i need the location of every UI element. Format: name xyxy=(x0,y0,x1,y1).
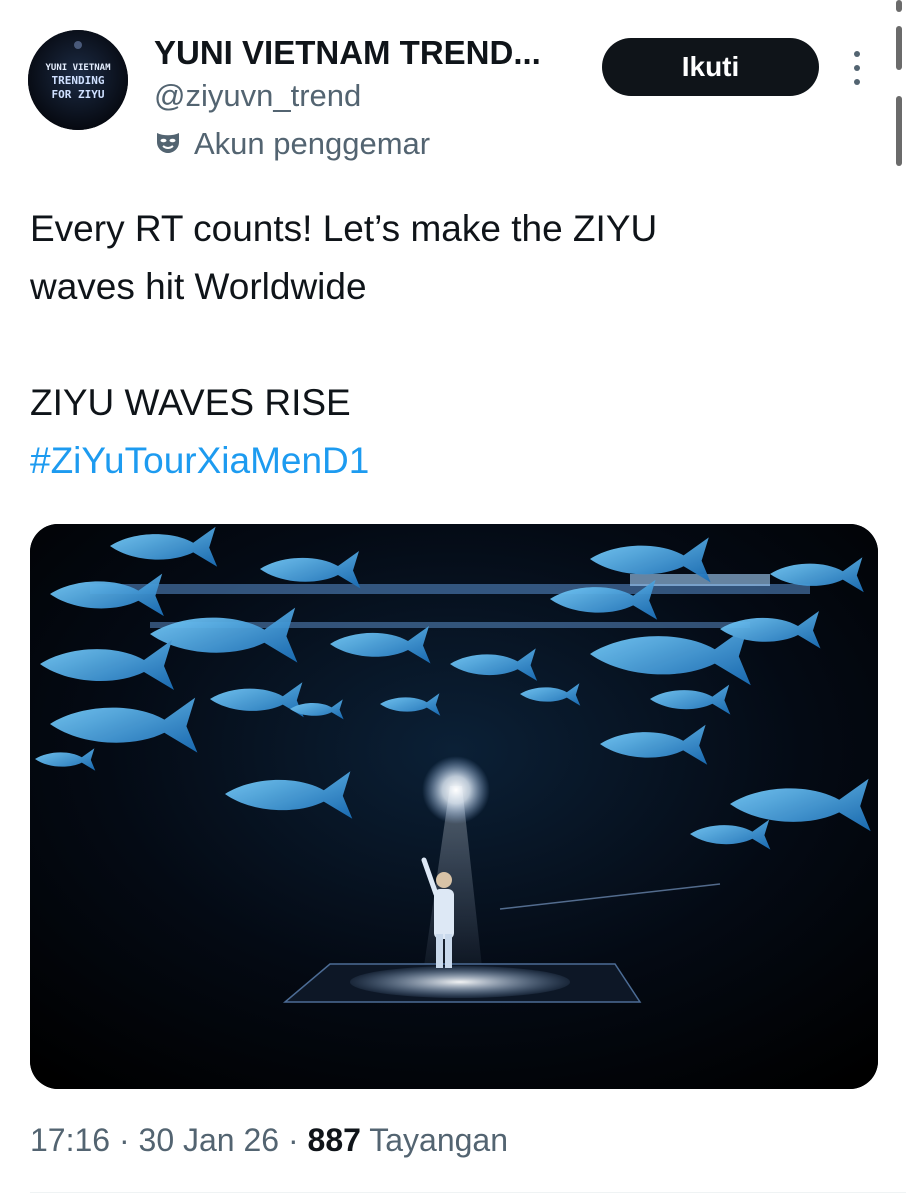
more-vertical-icon[interactable] xyxy=(844,44,870,92)
divider xyxy=(30,1192,906,1193)
avatar-text-line: YUNI VIETNAM xyxy=(45,63,111,73)
user-handle[interactable]: @ziyuvn_trend xyxy=(154,78,361,114)
tweet-metadata: 17:16 · 30 Jan 26 · 887 Tayangan xyxy=(30,1122,508,1159)
avatar[interactable]: YUNI VIETNAM TRENDING FOR ZIYU xyxy=(28,30,128,130)
tweet-date[interactable]: 30 Jan 26 xyxy=(139,1122,280,1158)
avatar-text-line: TRENDING xyxy=(52,74,105,87)
tweet-media-photo[interactable] xyxy=(30,524,878,1089)
tweet-text: Every RT counts! Let’s make the ZIYU wav… xyxy=(30,200,870,490)
fan-account-badge: Akun penggemar xyxy=(154,124,430,164)
paragraph-break xyxy=(30,316,870,374)
avatar-text-line: FOR ZIYU xyxy=(52,88,105,101)
follow-button[interactable]: Ikuti xyxy=(602,38,819,96)
views-count: 887 xyxy=(307,1122,361,1158)
scrollbar-segment xyxy=(896,0,902,12)
mask-icon xyxy=(154,128,182,160)
tweet-text-line: Every RT counts! Let’s make the ZIYU xyxy=(30,208,658,249)
tweet-text-line: waves hit Worldwide xyxy=(30,266,367,307)
meta-separator: · xyxy=(118,1122,130,1158)
stage-platform xyxy=(282,963,642,1003)
display-name[interactable]: YUNI VIETNAM TREND... xyxy=(154,34,541,72)
meta-separator: · xyxy=(287,1122,299,1158)
scrollbar-segment xyxy=(896,26,902,70)
fan-account-label: Akun penggemar xyxy=(194,126,431,161)
scrollbar[interactable] xyxy=(892,0,906,1200)
hashtag-link[interactable]: #ZiYuTourXiaMenD1 xyxy=(30,432,870,490)
scrollbar-thumb[interactable] xyxy=(896,96,902,166)
views-label: Tayangan xyxy=(369,1122,508,1158)
tweet-time[interactable]: 17:16 xyxy=(30,1122,110,1158)
tweet-text-line: ZIYU WAVES RISE xyxy=(30,382,351,423)
